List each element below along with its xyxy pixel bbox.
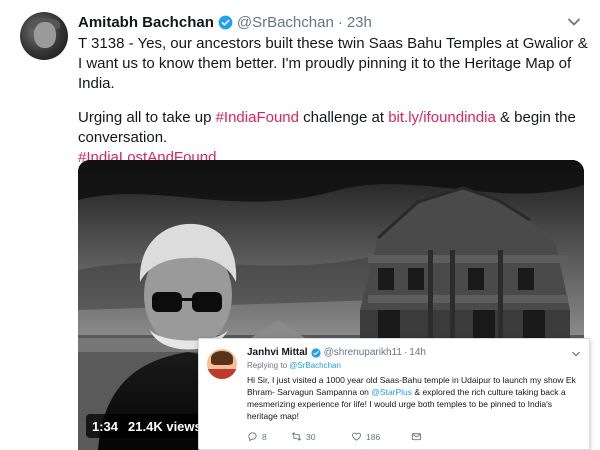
avatar-face (34, 22, 56, 48)
starplus-mention[interactable]: @StarPlus (371, 387, 412, 397)
replying-to-mention[interactable]: @SrBachchan (289, 361, 341, 370)
replying-to-line: Replying to @SrBachchan (247, 361, 341, 370)
tweet[interactable]: Amitabh Bachchan @SrBachchan · 23h T 313… (0, 0, 600, 450)
reply-action-bar: 8 30 186 (247, 431, 431, 442)
reply-timestamp[interactable]: 14h (409, 347, 426, 358)
tweet-header: Amitabh Bachchan @SrBachchan · 23h (78, 12, 372, 32)
replying-label: Replying to (247, 361, 290, 370)
tweet-text-middle: challenge at (298, 109, 389, 126)
mail-icon (411, 433, 422, 441)
author-avatar[interactable] (20, 12, 68, 60)
reply-avatar-top (207, 369, 237, 379)
tweet-paragraph-2: Urging all to take up #IndiaFound challe… (78, 108, 590, 148)
separator-dot: · (337, 13, 343, 31)
reply-author-avatar[interactable] (207, 349, 237, 379)
reply-count: 8 (262, 431, 267, 442)
chevron-down-icon[interactable] (566, 14, 582, 30)
author-handle[interactable]: @SrBachchan (237, 14, 334, 31)
retweet-count: 30 (306, 431, 316, 442)
video-duration: 1:34 (92, 418, 119, 434)
heart-icon (352, 432, 361, 441)
video-views: 21.4K views (128, 418, 202, 434)
tweet-paragraph-1: T 3138 - Yes, our ancestors built these … (78, 35, 588, 92)
like-button[interactable]: 186 (351, 431, 411, 442)
reply-separator-dot: · (403, 347, 408, 358)
reply-header: Janhvi Mittal @shrenuparikh11 · 14h (247, 347, 426, 358)
like-count: 186 (366, 431, 381, 442)
reply-author-handle[interactable]: @shrenuparikh11 (324, 347, 402, 358)
video-info-badge: 1:34 21.4K views (86, 414, 208, 438)
bitly-link[interactable]: bit.ly/ifoundindia (388, 109, 496, 126)
direct-message-button[interactable] (411, 431, 431, 442)
tweet-text-prefix: Urging all to take up (78, 109, 216, 126)
tweet-timestamp[interactable]: 23h (347, 14, 372, 31)
retweet-icon (291, 432, 302, 441)
reply-avatar-hair (211, 351, 233, 365)
hashtag-indiafound[interactable]: #IndiaFound (216, 109, 299, 126)
tweet-text: T 3138 - Yes, our ancestors built these … (78, 34, 590, 168)
reply-tweet-card[interactable]: Janhvi Mittal @shrenuparikh11 · 14h Repl… (198, 338, 590, 450)
chevron-down-icon[interactable] (571, 349, 581, 359)
reply-icon (248, 432, 257, 442)
verified-badge-icon (218, 15, 233, 29)
reply-author-name[interactable]: Janhvi Mittal (247, 347, 308, 358)
retweet-button[interactable]: 30 (291, 431, 351, 442)
verified-badge-icon (310, 347, 321, 358)
author-name[interactable]: Amitabh Bachchan (78, 14, 214, 31)
reply-text: Hi Sir, I just visited a 1000 year old S… (247, 374, 583, 422)
reply-button[interactable]: 8 (247, 431, 291, 442)
